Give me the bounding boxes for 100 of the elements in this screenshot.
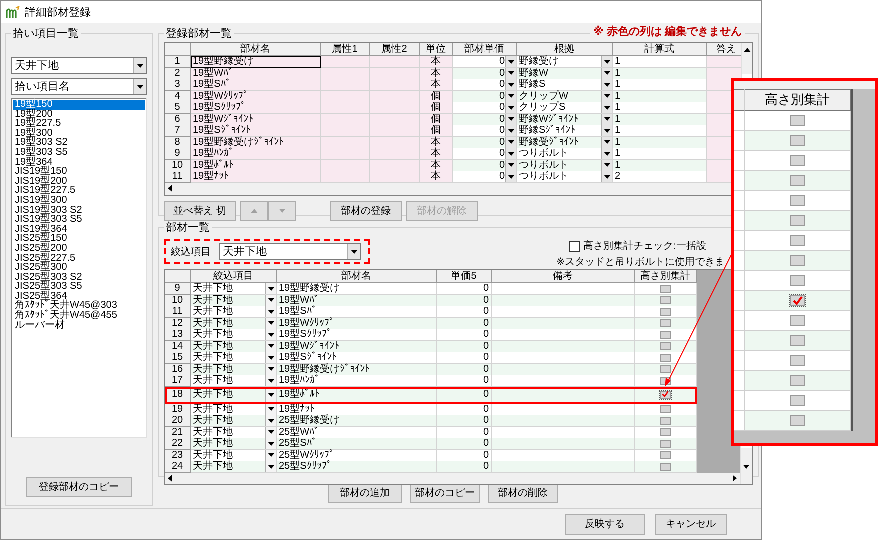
column-header[interactable]: 部材名 xyxy=(191,43,321,56)
checkbox[interactable] xyxy=(660,451,671,459)
cell-dropdown[interactable]: つりボルト xyxy=(517,160,613,172)
checkbox[interactable] xyxy=(790,155,805,166)
checkbox[interactable]: 高さ別集計チェック:一括設 xyxy=(568,239,706,253)
cell-dropdown[interactable]: 野縁Wｼﾞｮｲﾝﾄ xyxy=(517,114,613,126)
row-number[interactable]: 1 xyxy=(165,56,191,68)
cell-dropdown[interactable]: 天井下地 xyxy=(191,375,277,387)
cell-dropdown[interactable]: 0 xyxy=(453,102,517,114)
list-item[interactable]: JIS25型227.5 xyxy=(13,254,145,264)
cell-dropdown[interactable]: 0 xyxy=(453,171,517,183)
column-header[interactable]: 部材単価 xyxy=(453,43,517,56)
checkbox[interactable] xyxy=(790,175,805,186)
cell-dropdown[interactable]: つりボルト xyxy=(517,171,613,183)
cell-dropdown[interactable]: 天井下地 xyxy=(191,404,277,416)
column-header[interactable]: 部材名 xyxy=(277,270,437,283)
row-number[interactable]: 17 xyxy=(165,375,191,387)
cell-dropdown[interactable]: 野縁W xyxy=(517,68,613,80)
checkbox[interactable] xyxy=(660,440,671,448)
column-header[interactable]: 絞込項目 xyxy=(191,270,277,283)
row-number[interactable]: 10 xyxy=(165,294,191,306)
dropdown[interactable]: 拾い項目名 xyxy=(11,78,147,95)
checkbox[interactable] xyxy=(660,296,671,304)
row-number[interactable]: 12 xyxy=(165,318,191,330)
row-number[interactable]: 23 xyxy=(165,450,191,462)
table-cell[interactable]: 19型Sﾊﾞｰ xyxy=(191,79,321,91)
button[interactable]: 部材のコピー xyxy=(410,483,480,503)
table-cell[interactable]: 19型ﾅｯﾄ xyxy=(191,171,321,183)
button[interactable]: 部材の登録 xyxy=(330,201,402,221)
checkbox[interactable] xyxy=(790,295,805,306)
list-item[interactable]: JIS19型200 xyxy=(13,176,145,186)
checkbox[interactable] xyxy=(790,375,805,386)
cell-dropdown[interactable]: 0 xyxy=(453,114,517,126)
checkbox[interactable] xyxy=(790,355,805,366)
list-item[interactable]: JIS19型364 xyxy=(13,224,145,234)
column-header[interactable]: 単位 xyxy=(420,43,453,56)
cell-dropdown[interactable]: 0 xyxy=(453,148,517,160)
row-number[interactable]: 3 xyxy=(165,79,191,91)
checkbox[interactable] xyxy=(660,416,671,424)
row-number[interactable]: 20 xyxy=(165,415,191,427)
checkbox[interactable] xyxy=(660,354,671,362)
row-number[interactable]: 15 xyxy=(165,352,191,364)
list-item[interactable]: 19型303 S5 xyxy=(13,148,145,158)
list-item[interactable]: JIS19型150 xyxy=(13,167,145,177)
cell-dropdown[interactable]: クリップS xyxy=(517,102,613,114)
table-cell[interactable]: 19型Wｸﾘｯﾌﾟ xyxy=(191,90,321,102)
cell-dropdown[interactable]: 野縁Sｼﾞｮｲﾝﾄ xyxy=(517,125,613,137)
cell-dropdown[interactable]: 0 xyxy=(453,56,517,68)
cell-dropdown[interactable]: 天井下地 xyxy=(191,461,277,473)
list-item[interactable]: 19型227.5 xyxy=(13,119,145,129)
row-number[interactable]: 6 xyxy=(165,114,191,126)
row-number[interactable]: 2 xyxy=(165,68,191,80)
row-number[interactable]: 21 xyxy=(165,426,191,438)
cell-dropdown[interactable]: 天井下地 xyxy=(191,340,277,352)
checkbox[interactable] xyxy=(790,395,805,406)
list-item[interactable]: 19型364 xyxy=(13,158,145,168)
list-item[interactable]: 19型200 xyxy=(13,110,145,120)
cell-dropdown[interactable]: 天井下地 xyxy=(191,426,277,438)
row-number[interactable]: 10 xyxy=(165,160,191,172)
button[interactable]: 反映する xyxy=(565,514,645,534)
button[interactable]: 並べ替え 切 xyxy=(164,201,236,221)
checkbox[interactable] xyxy=(790,235,805,246)
list-item[interactable]: JIS19型303 S5 xyxy=(13,215,145,225)
row-number[interactable]: 11 xyxy=(165,306,191,318)
cell-dropdown[interactable]: 0 xyxy=(453,136,517,148)
list-item[interactable]: 19型303 S2 xyxy=(13,138,145,148)
cell-dropdown[interactable]: 天井下地 xyxy=(191,352,277,364)
cell-dropdown[interactable]: 天井下地 xyxy=(191,364,277,376)
cell-dropdown[interactable]: 0 xyxy=(453,68,517,80)
checkbox[interactable] xyxy=(790,315,805,326)
button[interactable]: キャンセル xyxy=(655,514,727,534)
column-header[interactable]: 備考 xyxy=(492,270,635,283)
dropdown[interactable]: 天井下地 xyxy=(219,243,361,260)
cell-dropdown[interactable]: 野縁S xyxy=(517,79,613,91)
row-number[interactable]: 11 xyxy=(165,171,191,183)
column-header[interactable]: 属性1 xyxy=(321,43,370,56)
list-item[interactable]: JIS25型150 xyxy=(13,234,145,244)
list-item[interactable]: JIS25型300 xyxy=(13,263,145,273)
table-cell[interactable]: 19型Sｼﾞｮｲﾝﾄ xyxy=(191,125,321,137)
row-number[interactable]: 5 xyxy=(165,102,191,114)
row-number[interactable]: 14 xyxy=(165,340,191,352)
row-number[interactable]: 8 xyxy=(165,136,191,148)
dropdown[interactable]: 天井下地 xyxy=(11,57,147,74)
checkbox[interactable] xyxy=(790,255,805,266)
cell-dropdown[interactable]: 野縁受け xyxy=(517,56,613,68)
checkbox[interactable] xyxy=(790,135,805,146)
column-header[interactable]: 計算式 xyxy=(613,43,707,56)
column-header[interactable]: 高さ別集計 xyxy=(635,270,697,283)
row-number[interactable]: 24 xyxy=(165,461,191,473)
scroll-up-button[interactable] xyxy=(742,43,752,56)
row-number[interactable]: 13 xyxy=(165,329,191,341)
table-cell[interactable]: 19型Wﾊﾞｰ xyxy=(191,68,321,80)
cell-dropdown[interactable]: 天井下地 xyxy=(191,306,277,318)
cell-dropdown[interactable]: クリップW xyxy=(517,90,613,102)
cell-dropdown[interactable]: 天井下地 xyxy=(191,318,277,330)
row-number[interactable]: 4 xyxy=(165,90,191,102)
checkbox[interactable] xyxy=(790,115,805,126)
cell-dropdown[interactable]: 0 xyxy=(453,90,517,102)
table-cell[interactable]: 19型ﾎﾞﾙﾄ xyxy=(191,160,321,172)
copy-button[interactable]: 登録部材のコピー xyxy=(26,477,132,497)
